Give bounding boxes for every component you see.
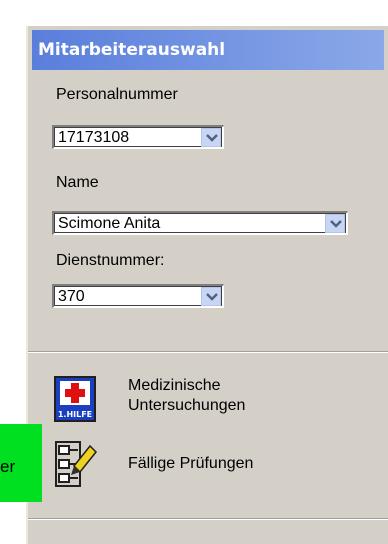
name-label: Name	[56, 174, 99, 191]
dienstnummer-dropdown-button[interactable]	[201, 287, 221, 306]
name-combobox[interactable]: Scimone Anita	[52, 211, 348, 235]
checklist-pencil-icon[interactable]	[54, 440, 98, 487]
chevron-down-icon	[330, 220, 342, 228]
personalnummer-value: 17173108	[58, 129, 130, 146]
first-aid-icon[interactable]: 1.HILFE	[54, 376, 96, 422]
dienstnummer-combobox[interactable]: 370	[52, 284, 224, 308]
medical-examinations-label[interactable]: Medizinische Untersuchungen	[128, 376, 245, 416]
section-divider	[28, 351, 388, 353]
chevron-down-icon	[206, 134, 218, 142]
name-value: Scimone Anita	[58, 215, 161, 232]
dienstnummer-value: 370	[58, 288, 85, 305]
due-checks-label[interactable]: Fällige Prüfungen	[128, 454, 253, 474]
dienstnummer-label: Dienstnummer:	[56, 252, 165, 269]
overlay-partial-text: er	[0, 457, 16, 476]
first-aid-icon-text: 1.HILFE	[58, 410, 92, 419]
personalnummer-combobox[interactable]: 17173108	[52, 125, 224, 149]
panel-title: Mitarbeiterauswahl	[32, 30, 384, 70]
medical-label-line2: Untersuchungen	[128, 397, 246, 414]
medical-examinations-action[interactable]: 1.HILFE Medizinische Untersuchungen	[54, 376, 314, 432]
due-checks-action[interactable]: Fällige Prüfungen	[54, 440, 314, 496]
chevron-down-icon	[206, 293, 218, 301]
bottom-divider	[28, 518, 388, 520]
screenshot-stage: Mitarbeiterauswahl Personalnummer 171731…	[0, 0, 388, 544]
personalnummer-label: Personalnummer	[56, 86, 178, 103]
medical-label-line1: Medizinische	[128, 377, 221, 394]
green-label-overlay: er	[0, 424, 42, 502]
personalnummer-dropdown-button[interactable]	[201, 128, 221, 147]
name-dropdown-button[interactable]	[325, 214, 345, 233]
employee-selection-panel: Mitarbeiterauswahl Personalnummer 171731…	[26, 26, 388, 544]
